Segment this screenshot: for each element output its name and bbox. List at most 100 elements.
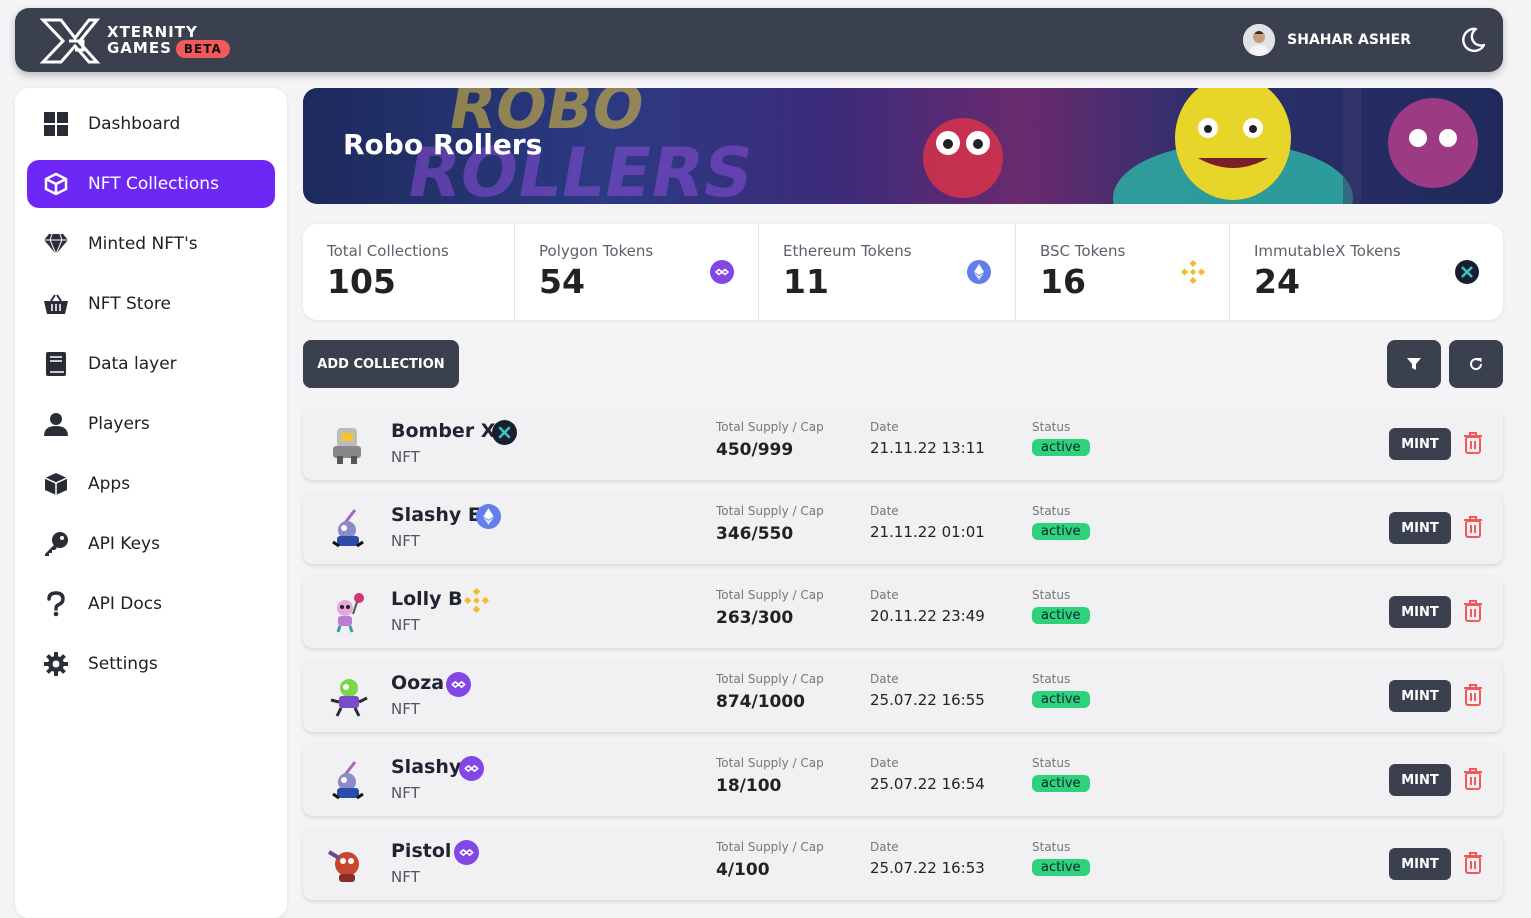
sidebar-item-api-docs[interactable]: API Docs (27, 580, 275, 628)
dashboard-icon (43, 111, 69, 137)
supply-label: Total Supply / Cap (716, 756, 824, 770)
brand-line-2: GAMES (107, 39, 172, 57)
brand-logo[interactable]: XTERNITY GAMES BETA (39, 16, 249, 66)
collection-type: NFT (391, 868, 420, 886)
sidebar-item-label: Apps (88, 474, 131, 494)
mint-button[interactable]: MINT (1389, 680, 1451, 712)
ethereum-icon (476, 504, 501, 529)
key-icon (43, 531, 69, 557)
filter-button[interactable] (1387, 340, 1441, 388)
date-label: Date (870, 840, 899, 854)
collection-type: NFT (391, 448, 420, 466)
dark-mode-moon-icon[interactable] (1457, 25, 1487, 55)
stat-label: ImmutableX Tokens (1254, 242, 1401, 260)
stat-value: 24 (1254, 262, 1300, 301)
mint-button[interactable]: MINT (1389, 848, 1451, 880)
add-collection-button[interactable]: ADD COLLECTION (303, 340, 459, 388)
status-badge: active (1032, 439, 1090, 456)
immutablex-icon (492, 420, 517, 445)
date-label: Date (870, 504, 899, 518)
cube-icon (43, 171, 69, 197)
collection-row[interactable]: Slashy NFT Total Supply / Cap 18/100 Dat… (303, 744, 1503, 816)
supply-label: Total Supply / Cap (716, 504, 824, 518)
refresh-button[interactable] (1449, 340, 1503, 388)
collection-type: NFT (391, 700, 420, 718)
collection-banner: ROBO ROLLERS Robo Rollers (303, 88, 1503, 204)
collection-row[interactable]: Lolly B NFT Total Supply / Cap 263/300 D… (303, 576, 1503, 648)
date-label: Date (870, 672, 899, 686)
collection-type: NFT (391, 784, 420, 802)
date-value: 25.07.22 16:54 (870, 775, 985, 793)
date-value: 25.07.22 16:53 (870, 859, 985, 877)
sidebar-item-api-keys[interactable]: API Keys (27, 520, 275, 568)
date-value: 21.11.22 01:01 (870, 523, 985, 541)
mint-button[interactable]: MINT (1389, 596, 1451, 628)
status-label: Status (1032, 756, 1071, 770)
collection-thumbnail (330, 679, 368, 717)
sidebar-item-label: Dashboard (88, 114, 181, 134)
mint-button[interactable]: MINT (1389, 428, 1451, 460)
status-badge: active (1032, 859, 1090, 876)
brand-name: XTERNITY GAMES BETA (107, 24, 230, 58)
trash-icon[interactable] (1463, 768, 1483, 790)
trash-icon[interactable] (1463, 516, 1483, 538)
stat-label: Ethereum Tokens (783, 242, 912, 260)
sidebar-item-nft-store[interactable]: NFT Store (27, 280, 275, 328)
collection-name: Slashy (391, 756, 462, 778)
sidebar-item-label: API Keys (88, 534, 160, 554)
polygon-icon (459, 756, 484, 781)
collection-thumbnail (332, 509, 364, 548)
supply-value: 4/100 (716, 860, 770, 880)
supply-label: Total Supply / Cap (716, 840, 824, 854)
basket-icon (43, 291, 69, 317)
sidebar-item-label: Minted NFT's (88, 234, 198, 254)
collection-row[interactable]: Bomber X NFT Total Supply / Cap 450/999 … (303, 408, 1503, 480)
status-label: Status (1032, 588, 1071, 602)
status-label: Status (1032, 840, 1071, 854)
avatar (1243, 24, 1276, 56)
sidebar-item-label: Settings (88, 654, 158, 674)
stat-label: BSC Tokens (1040, 242, 1126, 260)
trash-icon[interactable] (1463, 852, 1483, 874)
collection-thumbnail (327, 850, 359, 882)
date-label: Date (870, 588, 899, 602)
supply-value: 874/1000 (716, 692, 806, 712)
sidebar-item-nft-collections[interactable]: NFT Collections (27, 160, 275, 208)
sidebar-item-label: API Docs (88, 594, 162, 614)
polygon-icon (446, 672, 471, 697)
mint-button[interactable]: MINT (1389, 764, 1451, 796)
trash-icon[interactable] (1463, 684, 1483, 706)
sidebar-item-data-layer[interactable]: Data layer (27, 340, 275, 388)
sidebar-item-apps[interactable]: Apps (27, 460, 275, 508)
collection-row[interactable]: Slashy E NFT Total Supply / Cap 346/550 … (303, 492, 1503, 564)
stat-value: 54 (539, 262, 585, 301)
collection-row[interactable]: Ooza NFT Total Supply / Cap 874/1000 Dat… (303, 660, 1503, 732)
mint-button[interactable]: MINT (1389, 512, 1451, 544)
user-profile[interactable]: SHAHAR ASHER (1243, 24, 1411, 56)
sidebar-item-dashboard[interactable]: Dashboard (27, 100, 275, 148)
supply-value: 346/550 (716, 524, 794, 544)
stat-polygon-tokens: Polygon Tokens 54 (515, 224, 759, 320)
bsc-icon (1181, 260, 1205, 284)
date-value: 21.11.22 13:11 (870, 439, 985, 457)
polygon-icon (454, 840, 479, 865)
xg-logo-icon (39, 18, 101, 64)
status-label: Status (1032, 672, 1071, 686)
supply-value: 450/999 (716, 440, 794, 460)
sidebar-item-players[interactable]: Players (27, 400, 275, 448)
status-badge: active (1032, 691, 1090, 708)
collection-name: Lolly B (391, 588, 463, 610)
filter-icon (1407, 358, 1421, 370)
trash-icon[interactable] (1463, 600, 1483, 622)
token-stats: Total Collections 105 Polygon Tokens 54 … (303, 224, 1503, 320)
sidebar-item-minted-nfts[interactable]: Minted NFT's (27, 220, 275, 268)
trash-icon[interactable] (1463, 432, 1483, 454)
sidebar-item-settings[interactable]: Settings (27, 640, 275, 688)
polygon-icon (710, 260, 734, 284)
sidebar-item-label: Data layer (88, 354, 177, 374)
stat-label: Polygon Tokens (539, 242, 654, 260)
collection-type: NFT (391, 532, 420, 550)
collection-row[interactable]: Pistol NFT Total Supply / Cap 4/100 Date… (303, 828, 1503, 900)
question-icon (43, 591, 69, 617)
status-label: Status (1032, 420, 1071, 434)
